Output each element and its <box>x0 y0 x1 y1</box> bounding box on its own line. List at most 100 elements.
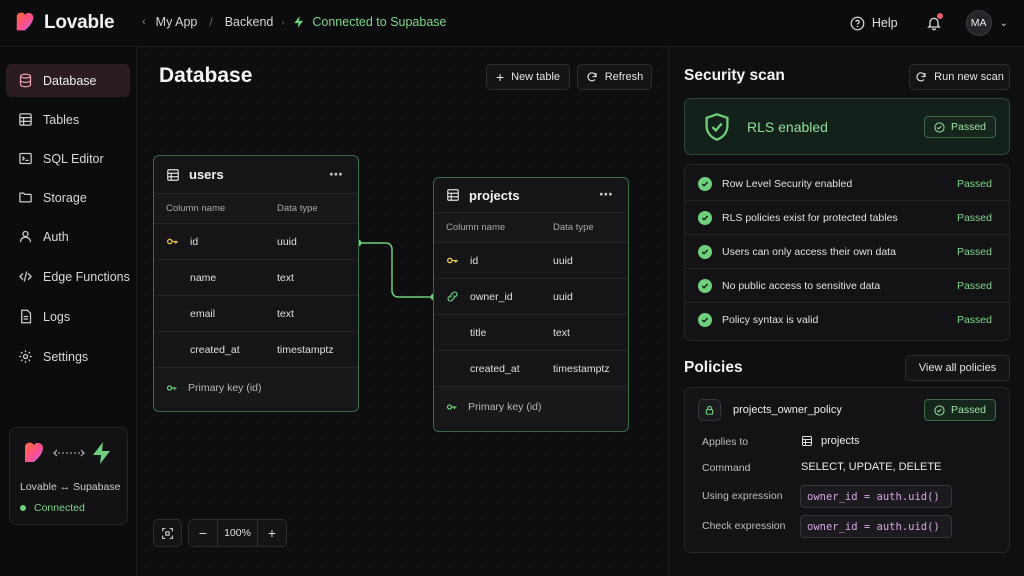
primary-key-label: Primary key (id) <box>188 382 262 394</box>
table-card-header: users ⋯ <box>154 156 358 194</box>
column-type: uuid <box>553 254 573 267</box>
check-status: Passed <box>956 314 992 326</box>
table-row[interactable]: owner_id uuid <box>434 279 628 315</box>
check-label: Row Level Security enabled <box>722 177 853 190</box>
table-card-projects[interactable]: projects ⋯ Column name Data type id uuid… <box>433 177 629 432</box>
column-type: timestamptz <box>277 343 334 356</box>
security-scan-title: Security scan <box>684 67 785 84</box>
table-row[interactable]: created_at timestamptz <box>154 332 358 368</box>
status-badge-text: Passed <box>951 121 987 133</box>
sidebar-item-label: SQL Editor <box>43 151 104 166</box>
table-row[interactable]: id uuid <box>434 243 628 279</box>
table-row[interactable]: name text <box>154 260 358 296</box>
command-label: Command <box>702 462 751 474</box>
key-icon <box>446 404 457 410</box>
folder-icon <box>19 192 32 203</box>
column-header-row: Column name Data type <box>154 194 358 224</box>
connection-card-label: Lovable ↔ Supabase <box>20 481 121 493</box>
column-type: uuid <box>277 235 297 248</box>
column-type: uuid <box>553 290 573 303</box>
table-card-header: projects ⋯ <box>434 178 628 213</box>
run-new-scan-button[interactable]: Run new scan <box>909 64 1010 90</box>
column-name: email <box>190 307 216 320</box>
sidebar-item-label: Edge Functions <box>43 269 130 284</box>
sidebar-item-database[interactable]: Database <box>6 64 130 97</box>
shield-check-icon <box>705 113 729 141</box>
link-icon <box>447 291 458 302</box>
column-type: text <box>553 326 570 339</box>
rls-label: RLS enabled <box>747 119 828 135</box>
notifications-button[interactable] <box>922 11 946 35</box>
primary-key-label: Primary key (id) <box>468 401 542 413</box>
sidebar-item-sql-editor[interactable]: SQL Editor <box>6 142 130 175</box>
sidebar-item-logs[interactable]: Logs <box>6 300 130 333</box>
sidebar-item-tables[interactable]: Tables <box>6 103 130 136</box>
fit-view-button[interactable] <box>153 519 182 547</box>
breadcrumb: ‹ My App / Backend › Connected to Supaba… <box>142 15 447 29</box>
zoom-in-button[interactable]: + <box>258 520 286 546</box>
account-menu[interactable]: MA ⌄ <box>965 10 1008 36</box>
notification-dot <box>936 13 943 19</box>
help-button[interactable]: Help <box>850 16 898 31</box>
status-badge: Passed <box>924 116 997 138</box>
key-icon <box>446 257 458 264</box>
table-row[interactable]: title text <box>434 315 628 351</box>
policy-card[interactable]: projects_owner_policy Passed Applies to … <box>684 387 1010 553</box>
sidebar-item-auth[interactable]: Auth <box>6 220 130 253</box>
check-icon <box>698 177 712 191</box>
user-icon <box>19 230 32 243</box>
zoom-out-button[interactable]: − <box>189 520 217 546</box>
breadcrumb-section[interactable]: Backend <box>225 15 274 29</box>
column-name: owner_id <box>470 290 513 303</box>
key-icon <box>166 385 177 391</box>
more-options-icon[interactable]: ⋯ <box>329 166 344 183</box>
supabase-icon <box>93 442 110 464</box>
column-name-header: Column name <box>446 222 506 233</box>
check-status: Passed <box>956 211 992 224</box>
sidebar-item-edge-functions[interactable]: Edge Functions <box>6 260 130 293</box>
rls-status-card: RLS enabled Passed <box>684 98 1010 155</box>
applies-to-value: projects <box>801 435 860 447</box>
using-expression-label: Using expression <box>702 490 783 502</box>
data-type-header: Data type <box>277 203 318 214</box>
table-row[interactable]: created_at timestamptz <box>434 351 628 387</box>
table-icon <box>447 189 459 201</box>
sidebar-item-storage[interactable]: Storage <box>6 181 130 214</box>
using-expression-value: owner_id = auth.uid() <box>800 485 952 508</box>
status-dot <box>20 505 26 511</box>
table-card-users[interactable]: users ⋯ Column name Data type id uuid na… <box>153 155 359 412</box>
column-header-row: Column name Data type <box>434 213 628 243</box>
refresh-icon <box>916 72 926 82</box>
table-icon <box>19 113 32 126</box>
table-row[interactable]: id uuid <box>154 224 358 260</box>
sidebar-item-label: Database <box>43 73 97 88</box>
app-name: Lovable <box>44 12 115 33</box>
supabase-connection-status[interactable]: Connected to Supabase <box>292 15 447 29</box>
view-all-policies-button[interactable]: View all policies <box>905 355 1010 381</box>
schema-canvas[interactable]: Database + New table Refresh users ⋯ Col… <box>138 47 667 576</box>
connection-status-text: Connected to Supabase <box>312 15 447 29</box>
chevron-left-icon[interactable]: ‹ <box>142 16 146 28</box>
check-icon <box>698 245 712 259</box>
applies-to-label: Applies to <box>702 436 749 448</box>
security-panel: Security scan Run new scan RLS enabled P… <box>668 47 1024 576</box>
table-row[interactable]: email text <box>154 296 358 332</box>
check-status: Passed <box>956 245 992 258</box>
check-label: No public access to sensitive data <box>722 279 881 292</box>
chevron-down-icon: ⌄ <box>999 17 1008 29</box>
lock-icon <box>698 399 721 421</box>
more-options-icon[interactable]: ⋯ <box>599 186 614 203</box>
list-item: RLS policies exist for protected tables … <box>685 201 1009 235</box>
sidebar-item-settings[interactable]: Settings <box>6 340 130 373</box>
column-name: created_at <box>190 343 240 356</box>
avatar: MA <box>965 10 992 36</box>
check-icon <box>698 211 712 225</box>
breadcrumb-project[interactable]: My App <box>156 15 198 29</box>
policy-name: projects_owner_policy <box>733 404 842 416</box>
logo[interactable]: Lovable <box>14 12 115 34</box>
zoom-control: − 100% + <box>188 519 287 547</box>
top-bar: Lovable ‹ My App / Backend › Connected t… <box>0 0 1024 47</box>
check-status: Passed <box>956 177 992 190</box>
primary-key-footer: Primary key (id) <box>434 387 628 427</box>
check-icon <box>698 313 712 327</box>
